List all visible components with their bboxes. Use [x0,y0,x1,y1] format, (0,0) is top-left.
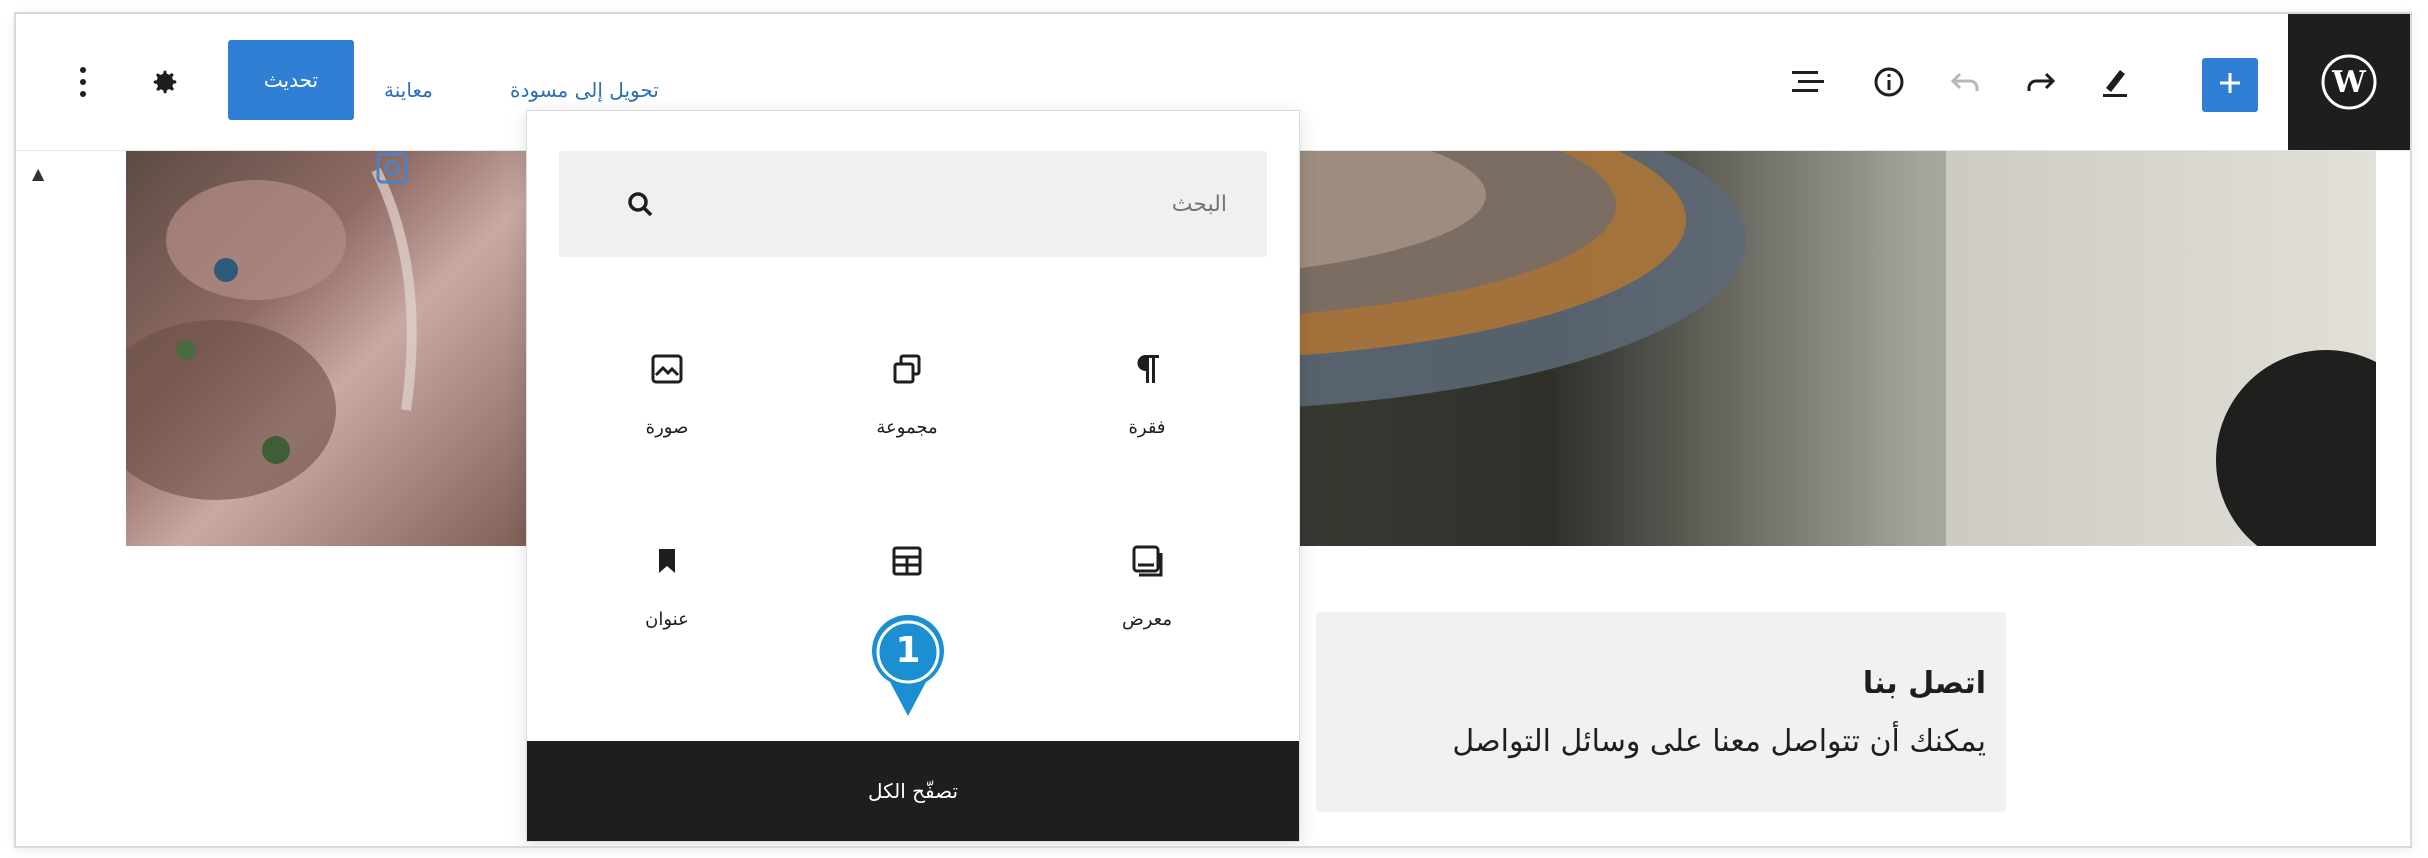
block-inserter-popover: فقرة مجموعة صورة معرض [526,110,1300,842]
paragraph-icon [1133,339,1161,399]
table-icon [891,531,923,591]
search-icon [625,189,655,219]
caret-up-icon[interactable]: ▲ [32,164,44,183]
cover-image-left-part [126,150,546,546]
contact-text: يمكنك أن تتواصل معنا على وسائل التواصل [1452,724,1986,759]
contact-heading: اتصل بنا [1862,666,1986,701]
info-icon[interactable] [1864,52,1914,112]
bookmark-icon [656,531,678,591]
svg-text:W: W [2331,65,2367,100]
block-heading[interactable]: عنوان [567,531,767,681]
step-callout-number: 1 [895,630,921,671]
gear-icon[interactable] [140,52,190,112]
inserter-search-input[interactable] [559,151,1267,257]
block-inserter-toggle[interactable] [2202,58,2258,112]
block-gallery[interactable]: معرض [1047,531,1247,681]
group-icon [891,339,923,399]
switch-to-draft-button[interactable]: تحويل إلى مسودة [510,78,659,102]
step-callout-marker: 1 [868,612,948,716]
preview-button[interactable]: معاينة [384,78,433,102]
gallery-icon [1130,531,1164,591]
block-image[interactable]: صورة [567,339,767,489]
update-button[interactable]: تحديث [228,40,354,120]
redo-icon[interactable] [2016,52,2066,112]
focal-point-icon[interactable] [374,150,410,186]
editor-window: تحديث معاينة تحويل إلى مسودة W ▲ اتصل بن… [14,12,2412,848]
plus-icon [2218,71,2242,99]
browse-all-button[interactable]: تصفّح الكل [527,741,1299,841]
pen-tool-icon[interactable] [2090,52,2140,112]
inserter-search[interactable] [559,151,1267,257]
contact-group-block[interactable]: اتصل بنا يمكنك أن تتواصل معنا على وسائل … [1316,612,2006,812]
block-group[interactable]: مجموعة [807,339,1007,489]
image-icon [650,339,684,399]
more-vertical-icon[interactable] [68,52,98,112]
wordpress-logo[interactable]: W [2288,14,2410,150]
block-paragraph[interactable]: فقرة [1047,339,1247,489]
list-view-icon[interactable] [1784,52,1834,112]
undo-icon[interactable] [1940,52,1990,112]
